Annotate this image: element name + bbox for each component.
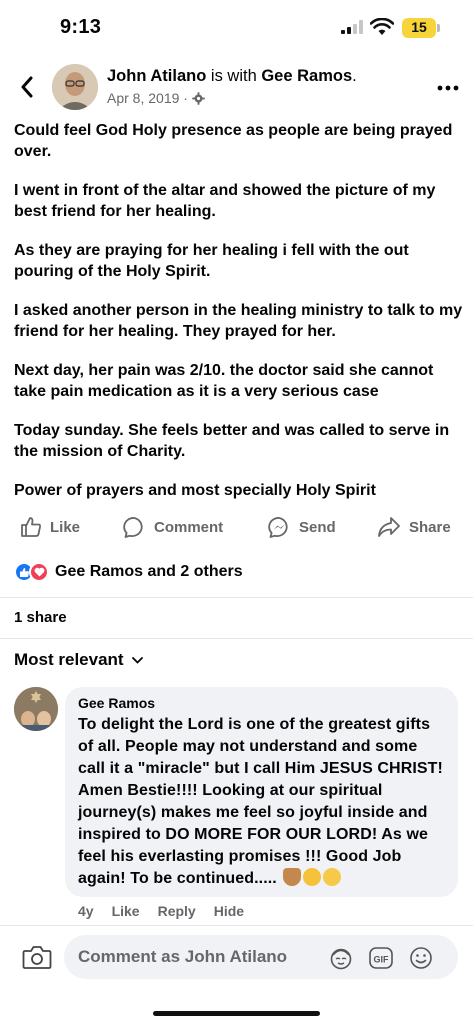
comment-bubble-icon	[123, 517, 143, 538]
comment-label: Comment	[154, 519, 224, 536]
comment-actions: 4y Like Reply Hide	[78, 903, 244, 919]
emoji-icon[interactable]	[408, 945, 434, 971]
battery-nub	[437, 24, 440, 32]
author-avatar-image	[52, 64, 98, 110]
avatar-sticker-icon[interactable]	[328, 945, 354, 971]
post-body: Could feel God Holy presence as people a…	[14, 120, 464, 519]
post-paragraph: I asked another person in the healing mi…	[14, 302, 463, 340]
commenter-name[interactable]: Gee Ramos	[78, 695, 446, 711]
chevron-left-icon	[21, 76, 33, 98]
post-paragraph: Today sunday. She feels better and was c…	[14, 422, 450, 460]
signal-icon	[341, 20, 363, 34]
more-options-button[interactable]	[436, 78, 460, 98]
post-paragraph: Could feel God Holy presence as people a…	[14, 122, 453, 160]
comment-input-placeholder: Comment as John Atilano	[78, 947, 288, 966]
settings-gear-icon	[192, 91, 205, 105]
comment-like-button[interactable]: Like	[112, 903, 140, 919]
chevron-down-icon	[131, 656, 143, 664]
sort-label: Most relevant	[14, 650, 124, 669]
reactions-text: Gee Ramos and 2 others	[55, 563, 243, 580]
thumbs-up-icon	[21, 517, 41, 537]
divider	[0, 638, 473, 639]
period: .	[352, 67, 357, 85]
post-header: John Atilano is with Gee Ramos. Apr 8, 2…	[0, 58, 473, 120]
love-reaction-icon	[29, 562, 49, 582]
comment-text: To delight the Lord is one of the greate…	[78, 714, 446, 890]
comment-reply-button[interactable]: Reply	[158, 903, 196, 919]
comment-composer: Comment as John Atilano GIF	[0, 925, 473, 1023]
share-arrow-icon	[378, 517, 400, 537]
author-name[interactable]: John Atilano	[107, 67, 206, 85]
share-label: Share	[409, 518, 451, 536]
battery-icon: 15	[402, 18, 436, 38]
messenger-icon	[268, 517, 288, 538]
like-label: Like	[50, 518, 81, 536]
author-line: John Atilano is with Gee Ramos.	[107, 67, 357, 86]
post-paragraph: Power of prayers and most specially Holy…	[14, 482, 376, 499]
smiling-face-emoji-icon	[323, 868, 342, 886]
author-avatar[interactable]	[52, 64, 98, 110]
post-paragraph: I went in front of the altar and showed …	[14, 182, 436, 220]
shares-count[interactable]: 1 share	[14, 609, 67, 626]
status-bar: 9:13 15	[0, 0, 473, 56]
gif-label: GIF	[374, 955, 390, 965]
reactions-summary[interactable]: Gee Ramos and 2 others	[14, 562, 243, 582]
comment-sort-selector[interactable]: Most relevant	[14, 650, 143, 670]
with-text: is with	[210, 67, 257, 85]
camera-icon[interactable]	[22, 944, 52, 970]
post-action-bar: Like Comment Send Share	[0, 508, 473, 548]
back-button[interactable]	[14, 72, 40, 102]
comment-input[interactable]: Comment as John Atilano GIF	[64, 935, 458, 979]
praying-hands-emoji-icon	[283, 868, 302, 886]
comment-hide-button[interactable]: Hide	[214, 903, 244, 919]
tagged-name[interactable]: Gee Ramos	[261, 67, 352, 85]
post-meta: Apr 8, 2019 ·	[107, 90, 205, 106]
gif-icon[interactable]: GIF	[368, 945, 394, 971]
status-time: 9:13	[60, 16, 102, 38]
share-button[interactable]: Share	[377, 516, 451, 538]
send-label: Send	[299, 519, 336, 536]
divider	[0, 597, 473, 598]
ellipsis-icon	[437, 85, 459, 91]
post-paragraph: As they are praying for her healing i fe…	[14, 242, 409, 280]
battery-level: 15	[411, 19, 427, 35]
comment-age: 4y	[78, 903, 94, 919]
winking-face-emoji-icon	[303, 868, 322, 886]
commenter-avatar-image	[14, 687, 58, 731]
commenter-avatar[interactable]	[14, 687, 58, 731]
like-button[interactable]: Like	[20, 516, 80, 538]
wifi-icon	[370, 18, 394, 35]
comment-bubble[interactable]: Gee Ramos To delight the Lord is one of …	[65, 687, 458, 897]
send-button[interactable]: Send	[268, 516, 336, 539]
comment-button[interactable]: Comment	[123, 516, 223, 539]
home-indicator	[153, 1011, 320, 1016]
post-paragraph: Next day, her pain was 2/10. the doctor …	[14, 362, 434, 400]
post-date: Apr 8, 2019 ·	[107, 90, 188, 106]
comment-body: To delight the Lord is one of the greate…	[78, 716, 443, 887]
